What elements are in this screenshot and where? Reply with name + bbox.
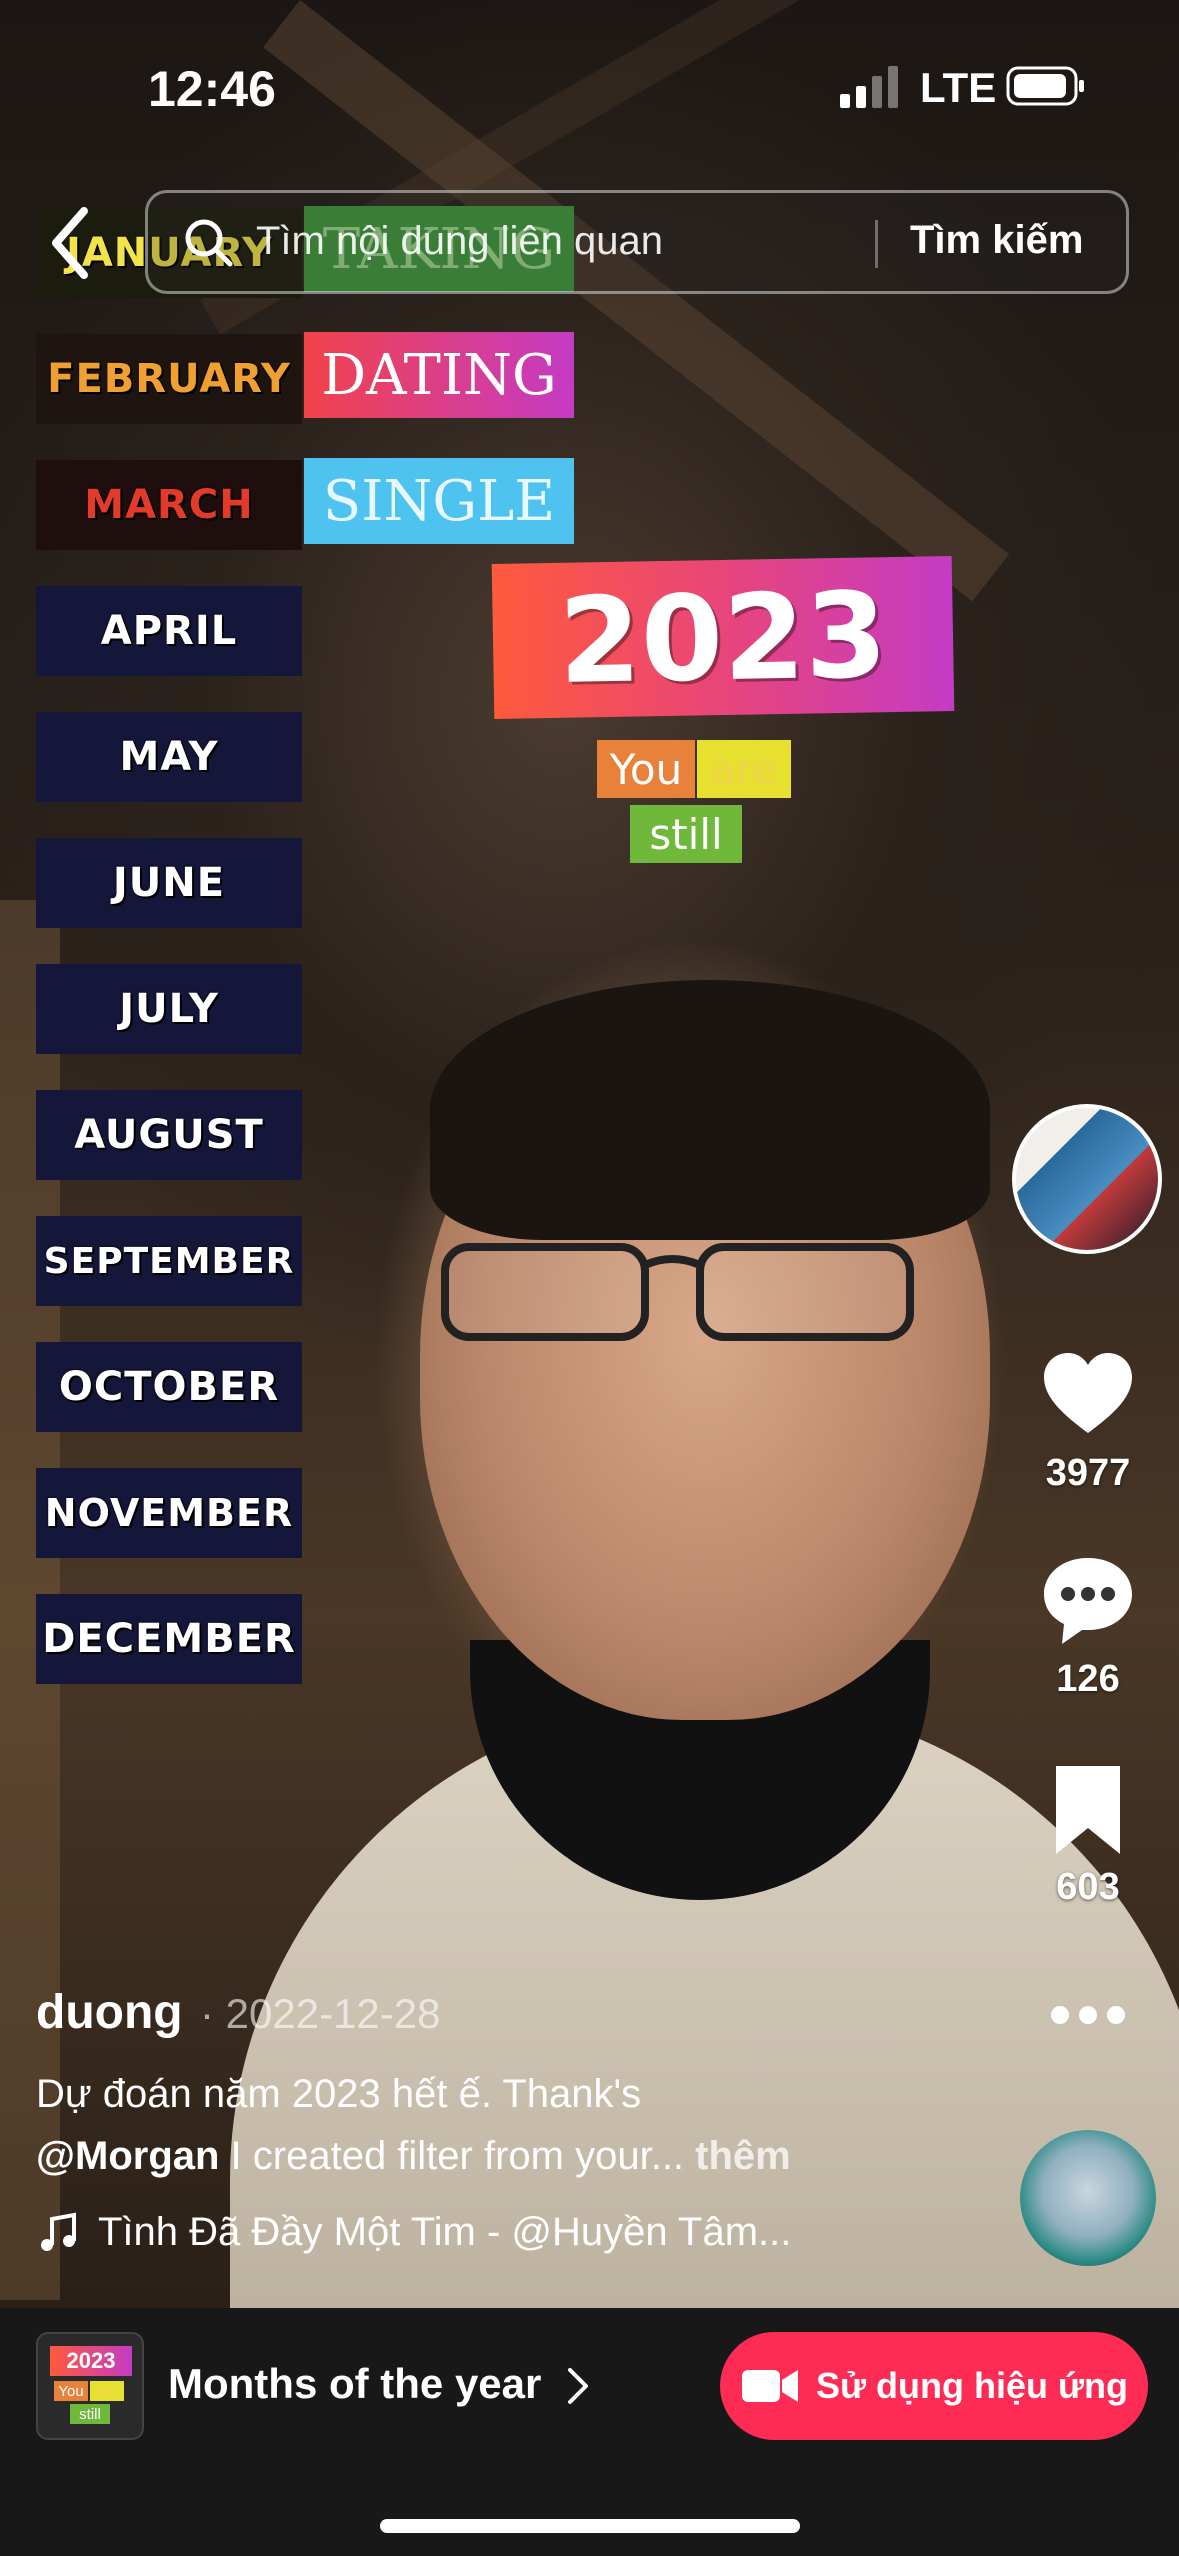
sticker-still: still — [630, 805, 742, 863]
search-icon — [185, 219, 233, 267]
author-username[interactable]: duong — [36, 1985, 183, 2040]
caption-text: I created filter from your... — [219, 2134, 685, 2178]
month-label: NOVEMBER — [36, 1468, 302, 1558]
battery-icon — [1006, 66, 1084, 106]
month-label: FEBRUARY — [36, 334, 302, 424]
effect-thumb-you: You — [54, 2381, 88, 2401]
caption-line: Dự đoán năm 2023 hết ế. Thank's — [36, 2072, 642, 2116]
prediction-tag: DATING — [304, 332, 574, 418]
effect-thumb-year: 2023 — [50, 2346, 132, 2376]
music-note-icon — [41, 2212, 76, 2251]
music-disc[interactable] — [1020, 2130, 1156, 2266]
month-label: DECEMBER — [36, 1594, 302, 1684]
bookmark-icon[interactable] — [1038, 1760, 1138, 1860]
video-camera-icon — [741, 2370, 798, 2402]
like-count: 3977 — [1045, 1452, 1131, 1494]
sticker-you: You — [597, 740, 695, 798]
more-dots-icon[interactable] — [1048, 2000, 1128, 2030]
search-divider — [875, 220, 878, 268]
month-label: OCTOBER — [36, 1342, 302, 1432]
heart-icon[interactable] — [1038, 1345, 1138, 1445]
person-hair — [430, 980, 990, 1240]
effect-thumb-still: still — [70, 2404, 110, 2424]
effect-name-link[interactable]: Months of the year — [168, 2360, 541, 2408]
network-type: LTE — [920, 64, 997, 111]
comment-bubble-icon[interactable] — [1038, 1550, 1138, 1650]
save-count: 603 — [1056, 1866, 1120, 1908]
sticker-are: are — [697, 740, 791, 798]
chevron-left-icon[interactable] — [46, 205, 94, 281]
creator-avatar[interactable] — [1012, 1104, 1162, 1254]
effect-thumb-are: are — [90, 2381, 124, 2401]
home-indicator[interactable] — [380, 2519, 800, 2533]
prediction-tag: SINGLE — [304, 458, 574, 544]
month-label: AUGUST — [36, 1090, 302, 1180]
comment-count: 126 — [1056, 1658, 1120, 1700]
year-sticker: 2023 — [491, 555, 955, 720]
chevron-right-icon[interactable] — [566, 2366, 590, 2406]
month-label: MAY — [36, 712, 302, 802]
search-button[interactable]: Tìm kiếm — [910, 218, 1083, 263]
music-title: Tình Đã Đầy Một Tim - @Huyền Tâm... — [98, 2210, 792, 2254]
use-effect-button[interactable]: Sử dụng hiệu ứng — [720, 2332, 1148, 2440]
month-label: JUNE — [36, 838, 302, 928]
glasses-icon — [441, 1243, 914, 1341]
signal-icon — [840, 66, 898, 108]
post-date: · 2022-12-28 — [200, 1990, 441, 2037]
status-bar: 12:46 LTE — [0, 0, 1179, 150]
month-label: APRIL — [36, 586, 302, 676]
caption-line: @Morgan I created filter from your... th… — [36, 2134, 791, 2179]
status-time: 12:46 — [148, 61, 276, 117]
use-effect-label: Sử dụng hiệu ứng — [815, 2365, 1129, 2406]
music-track[interactable]: Tình Đã Đầy Một Tim - @Huyền Tâm... — [36, 2210, 791, 2255]
mention-link[interactable]: @Morgan — [36, 2134, 219, 2178]
search-input[interactable]: Tìm nội dung liên quan — [256, 219, 663, 264]
month-label: SEPTEMBER — [36, 1216, 302, 1306]
month-label: JULY — [36, 964, 302, 1054]
month-label: MARCH — [36, 460, 302, 550]
see-more-link[interactable]: thêm — [684, 2134, 791, 2178]
